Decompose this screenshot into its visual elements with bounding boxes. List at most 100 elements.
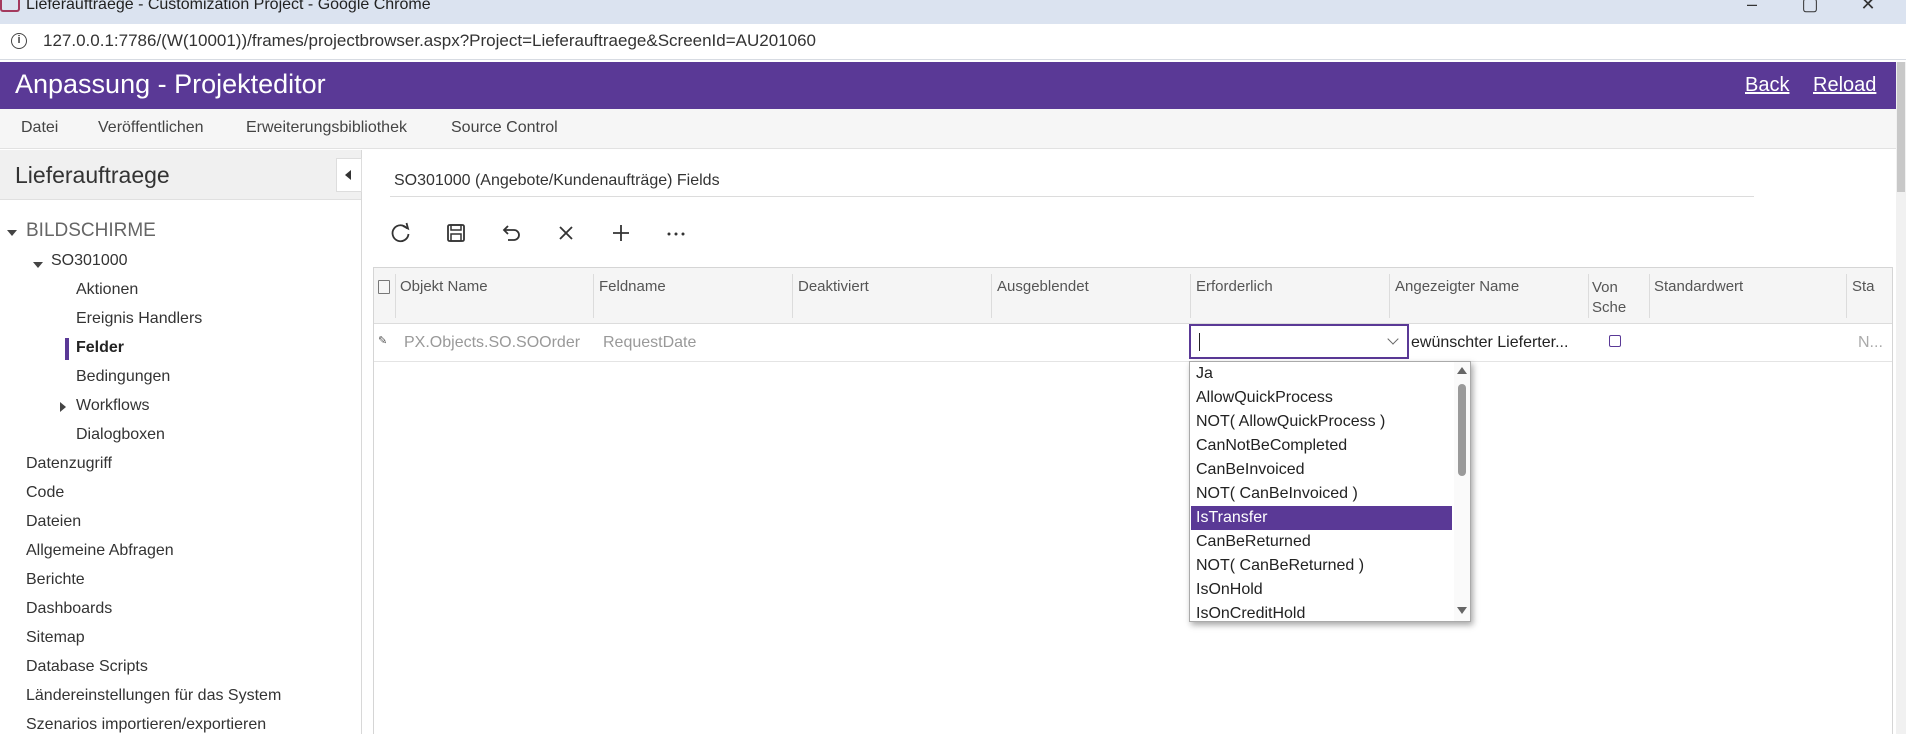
tree-section-datenzugriff[interactable]: Datenzugriff xyxy=(26,455,112,473)
cell-sta[interactable]: N... xyxy=(1858,334,1888,352)
expand-screen-icon[interactable] xyxy=(33,262,43,268)
menu-item-source-control[interactable]: Source Control xyxy=(451,119,558,137)
erforderlich-dropdown[interactable]: Ja AllowQuickProcess NOT( AllowQuickProc… xyxy=(1189,361,1471,622)
dropdown-option-cannotbecompleted[interactable]: CanNotBeCompleted xyxy=(1191,434,1452,458)
expand-bildschirme-icon[interactable] xyxy=(7,230,17,236)
close-icon xyxy=(559,226,573,240)
grid-header: Objekt Name Feldname Deaktiviert Ausgebl… xyxy=(374,268,1892,324)
dropdown-option-not-canbeinvoiced[interactable]: NOT( CanBeInvoiced ) xyxy=(1191,482,1452,506)
maximize-icon[interactable]: ▢ xyxy=(1795,0,1825,16)
tree-item-bedingungen[interactable]: Bedingungen xyxy=(76,368,170,386)
column-separator xyxy=(792,274,793,318)
collapse-sidebar-button[interactable] xyxy=(336,158,362,192)
dropdown-option-istransfer[interactable]: IsTransfer xyxy=(1191,506,1452,530)
tree-section-dashboards[interactable]: Dashboards xyxy=(26,600,112,618)
tree-section-laendereinstellungen[interactable]: Ländereinstellungen für das System xyxy=(26,687,281,705)
column-separator xyxy=(991,274,992,318)
table-row[interactable]: ✎ PX.Objects.SO.SOOrder RequestDate ewün… xyxy=(374,324,1892,362)
tree-item-aktionen[interactable]: Aktionen xyxy=(76,281,138,299)
site-info-icon[interactable]: i xyxy=(11,33,27,49)
dropdown-option-canbereturned[interactable]: CanBeReturned xyxy=(1191,530,1452,554)
tree-item-felder[interactable]: Felder xyxy=(76,339,124,357)
dropdown-option-allowquickprocess[interactable]: AllowQuickProcess xyxy=(1191,386,1452,410)
cell-angezeigter-name[interactable]: ewünschter Lieferter... xyxy=(1411,334,1586,352)
undo-icon xyxy=(502,225,520,241)
app-logo-icon xyxy=(0,0,20,12)
undo-button[interactable] xyxy=(496,218,526,248)
tree-section-szenarios[interactable]: Szenarios importieren/exportieren xyxy=(26,716,266,734)
more-icon xyxy=(667,232,685,236)
tree-section-code[interactable]: Code xyxy=(26,484,64,502)
menu-item-datei[interactable]: Datei xyxy=(21,119,58,137)
sidebar-title: Lieferauftraege xyxy=(15,162,170,188)
cell-objekt-name[interactable]: PX.Objects.SO.SOOrder xyxy=(404,334,589,352)
dropdown-option-isonhold[interactable]: IsOnHold xyxy=(1191,578,1452,602)
tree-root-bildschirme[interactable]: BILDSCHIRME xyxy=(26,220,156,242)
add-button[interactable] xyxy=(606,218,636,248)
column-separator xyxy=(1389,274,1390,318)
tree-section-allgemeine-abfragen[interactable]: Allgemeine Abfragen xyxy=(26,542,174,560)
cell-feldname[interactable]: RequestDate xyxy=(603,334,788,352)
window-title: Lieferauftraege - Customization Project … xyxy=(26,0,431,13)
column-separator xyxy=(1588,274,1589,318)
column-separator xyxy=(1649,274,1650,318)
refresh-button[interactable] xyxy=(386,218,416,248)
edit-row-icon[interactable]: ✎ xyxy=(378,336,388,347)
menu-item-veroeffentlichen[interactable]: Veröffentlichen xyxy=(98,119,204,137)
scroll-up-icon[interactable] xyxy=(1457,367,1467,374)
scroll-down-icon[interactable] xyxy=(1457,607,1467,614)
column-header-standardwert[interactable]: Standardwert xyxy=(1654,278,1844,295)
menu-bar: Datei Veröffentlichen Erweiterungsbiblio… xyxy=(0,109,1898,149)
window-close-icon[interactable]: ✕ xyxy=(1853,0,1883,16)
add-icon xyxy=(613,225,629,241)
text-caret xyxy=(1199,333,1200,351)
refresh-icon xyxy=(391,222,410,243)
dropdown-option-ja[interactable]: Ja xyxy=(1191,362,1452,386)
column-header-ausgeblendet[interactable]: Ausgeblendet xyxy=(997,278,1187,295)
browser-titlebar: Lieferauftraege - Customization Project … xyxy=(0,0,1906,24)
dropdown-option-isoncredithold[interactable]: IsOnCreditHold xyxy=(1191,602,1452,621)
menu-item-erweiterungsbibliothek[interactable]: Erweiterungsbibliothek xyxy=(246,119,407,137)
chevron-down-icon[interactable] xyxy=(1387,333,1399,345)
page-title: Anpassung - Projekteditor xyxy=(15,69,326,99)
delete-button[interactable] xyxy=(551,218,581,248)
tree-section-berichte[interactable]: Berichte xyxy=(26,571,85,589)
page-scrollbar-thumb[interactable] xyxy=(1897,62,1905,192)
tree-section-database-scripts[interactable]: Database Scripts xyxy=(26,658,148,676)
column-header-angezeigter-name[interactable]: Angezeigter Name xyxy=(1395,278,1585,295)
expand-workflows-icon[interactable] xyxy=(60,402,66,412)
tree-item-ereignis-handlers[interactable]: Ereignis Handlers xyxy=(76,310,202,328)
dropdown-option-not-allowquickprocess[interactable]: NOT( AllowQuickProcess ) xyxy=(1191,410,1452,434)
back-link[interactable]: Back xyxy=(1745,74,1789,97)
more-button[interactable] xyxy=(661,218,691,248)
url-text[interactable]: 127.0.0.1:7786/(W(10001))/frames/project… xyxy=(43,31,816,51)
minimize-icon[interactable]: – xyxy=(1737,0,1767,16)
save-button[interactable] xyxy=(441,218,471,248)
dropdown-option-canbeinvoiced[interactable]: CanBeInvoiced xyxy=(1191,458,1452,482)
column-header-von-schema[interactable]: Von Sche xyxy=(1592,278,1628,318)
tree-item-workflows[interactable]: Workflows xyxy=(76,397,150,415)
dropdown-scrollbar[interactable] xyxy=(1454,362,1470,621)
page-scrollbar[interactable] xyxy=(1896,62,1906,734)
address-bar[interactable]: i 127.0.0.1:7786/(W(10001))/frames/proje… xyxy=(0,24,1906,60)
reload-link[interactable]: Reload xyxy=(1813,74,1876,97)
column-config-icon[interactable] xyxy=(378,280,390,294)
column-header-erforderlich[interactable]: Erforderlich xyxy=(1196,278,1386,295)
column-separator xyxy=(1190,274,1191,318)
tree-item-dialogboxen[interactable]: Dialogboxen xyxy=(76,426,165,444)
sidebar-header: Lieferauftraege xyxy=(0,150,362,200)
save-icon xyxy=(447,224,465,242)
dropdown-option-not-canbereturned[interactable]: NOT( CanBeReturned ) xyxy=(1191,554,1452,578)
erforderlich-combo-input[interactable] xyxy=(1189,324,1409,359)
scrollbar-thumb[interactable] xyxy=(1458,384,1466,476)
tree-section-dateien[interactable]: Dateien xyxy=(26,513,81,531)
column-header-feldname[interactable]: Feldname xyxy=(599,278,789,295)
column-separator xyxy=(395,274,396,318)
von-schema-checkbox[interactable] xyxy=(1609,335,1621,347)
project-sidebar: Lieferauftraege BILDSCHIRME SO301000 Akt… xyxy=(0,150,362,734)
column-header-deaktiviert[interactable]: Deaktiviert xyxy=(798,278,988,295)
tree-section-sitemap[interactable]: Sitemap xyxy=(26,629,85,647)
column-header-objekt-name[interactable]: Objekt Name xyxy=(400,278,560,295)
column-header-sta[interactable]: Sta xyxy=(1852,278,1888,295)
tree-screen-so301000[interactable]: SO301000 xyxy=(51,252,128,270)
